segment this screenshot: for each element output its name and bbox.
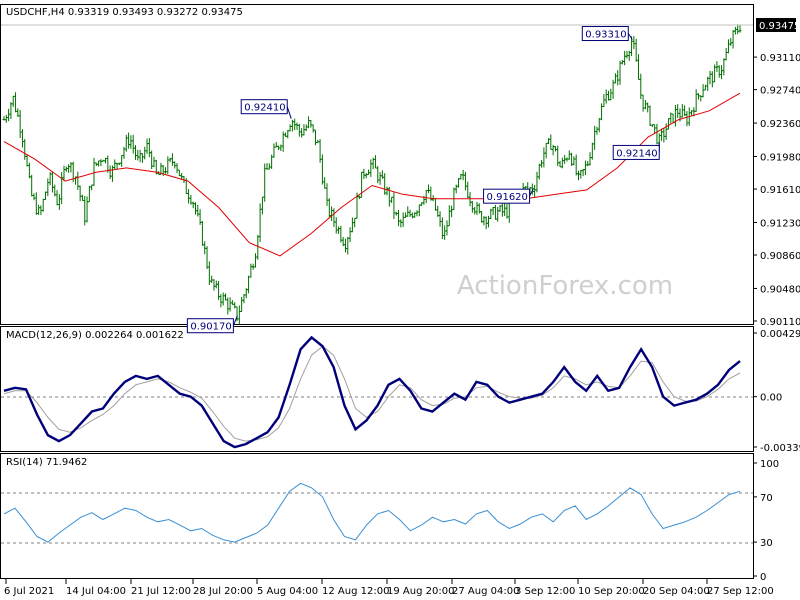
macd-y-axis: 0.004299 0.00 -0.003396 [753, 329, 800, 454]
price-tick-label: 0.90110 [760, 317, 800, 328]
rsi-panel [0, 453, 754, 579]
price-y-axis: 0.93110 0.92740 0.92360 0.91980 0.91610 0.912… [753, 53, 800, 328]
macd-panel [0, 326, 754, 452]
annotation-label: 0.93310 [585, 30, 626, 41]
time-tick-label: 19 Aug 20:00 [387, 586, 454, 597]
macd-title: MACD(12,26,9) 0.002264 0.001622 [6, 330, 184, 341]
macd-tick-label: -0.003396 [760, 443, 800, 454]
price-tick-label: 0.91980 [760, 153, 800, 164]
price-tick-label: 0.92740 [760, 86, 800, 97]
rsi-tick-label: 100 [760, 459, 779, 470]
rsi-y-axis: 100 70 30 0 [753, 459, 779, 583]
price-tick-label: 0.90860 [760, 251, 800, 262]
rsi-tick-label: 0 [760, 572, 766, 583]
time-tick-label: 10 Sep 20:00 [578, 586, 645, 597]
time-tick-label: 3 Sep 12:00 [515, 586, 575, 597]
rsi-title: RSI(14) 71.9462 [6, 457, 87, 468]
annotation-label: 0.92410 [244, 103, 285, 114]
annotation-label: 0.92140 [616, 148, 657, 159]
macd-tick-label: 0.004299 [760, 329, 800, 340]
time-tick-label: 5 Aug 04:00 [257, 586, 318, 597]
time-tick-label: 27 Sep 12:00 [707, 586, 774, 597]
time-tick-label: 12 Aug 12:00 [322, 586, 389, 597]
price-tick-label: 0.91230 [760, 218, 800, 229]
last-price-label: 0.93475 [759, 21, 800, 32]
time-tick-label: 27 Aug 04:00 [452, 586, 519, 597]
rsi-tick-label: 30 [760, 538, 773, 549]
annotation-label: 0.91620 [487, 192, 528, 203]
annotation-label: 0.90170 [190, 322, 231, 333]
time-tick-label: 20 Sep 04:00 [643, 586, 710, 597]
price-tick-label: 0.92360 [760, 119, 800, 130]
time-tick-label: 28 Jul 20:00 [193, 586, 253, 597]
price-tick-label: 0.90480 [760, 284, 800, 295]
watermark: ActionForex.com [457, 271, 673, 301]
price-tick-label: 0.93110 [760, 53, 800, 64]
time-tick-label: 14 Jul 04:00 [66, 586, 126, 597]
macd-tick-label: 0.00 [760, 393, 782, 404]
time-tick-label: 6 Jul 2021 [4, 586, 54, 597]
price-tick-label: 0.91610 [760, 185, 800, 196]
rsi-tick-label: 70 [760, 493, 773, 504]
usdchf-chart: ActionForex.com 0.92410 0.90170 0.93310 0.9… [0, 4, 800, 597]
time-axis: 6 Jul 2021 14 Jul 04:00 21 Jul 12:00 28 Jul… [4, 579, 774, 597]
time-tick-label: 21 Jul 12:00 [131, 586, 191, 597]
price-title: USDCHF,H4 0.93319 0.93493 0.93272 0.9347… [6, 7, 243, 18]
last-price-marker: 0.93475 [756, 18, 800, 32]
